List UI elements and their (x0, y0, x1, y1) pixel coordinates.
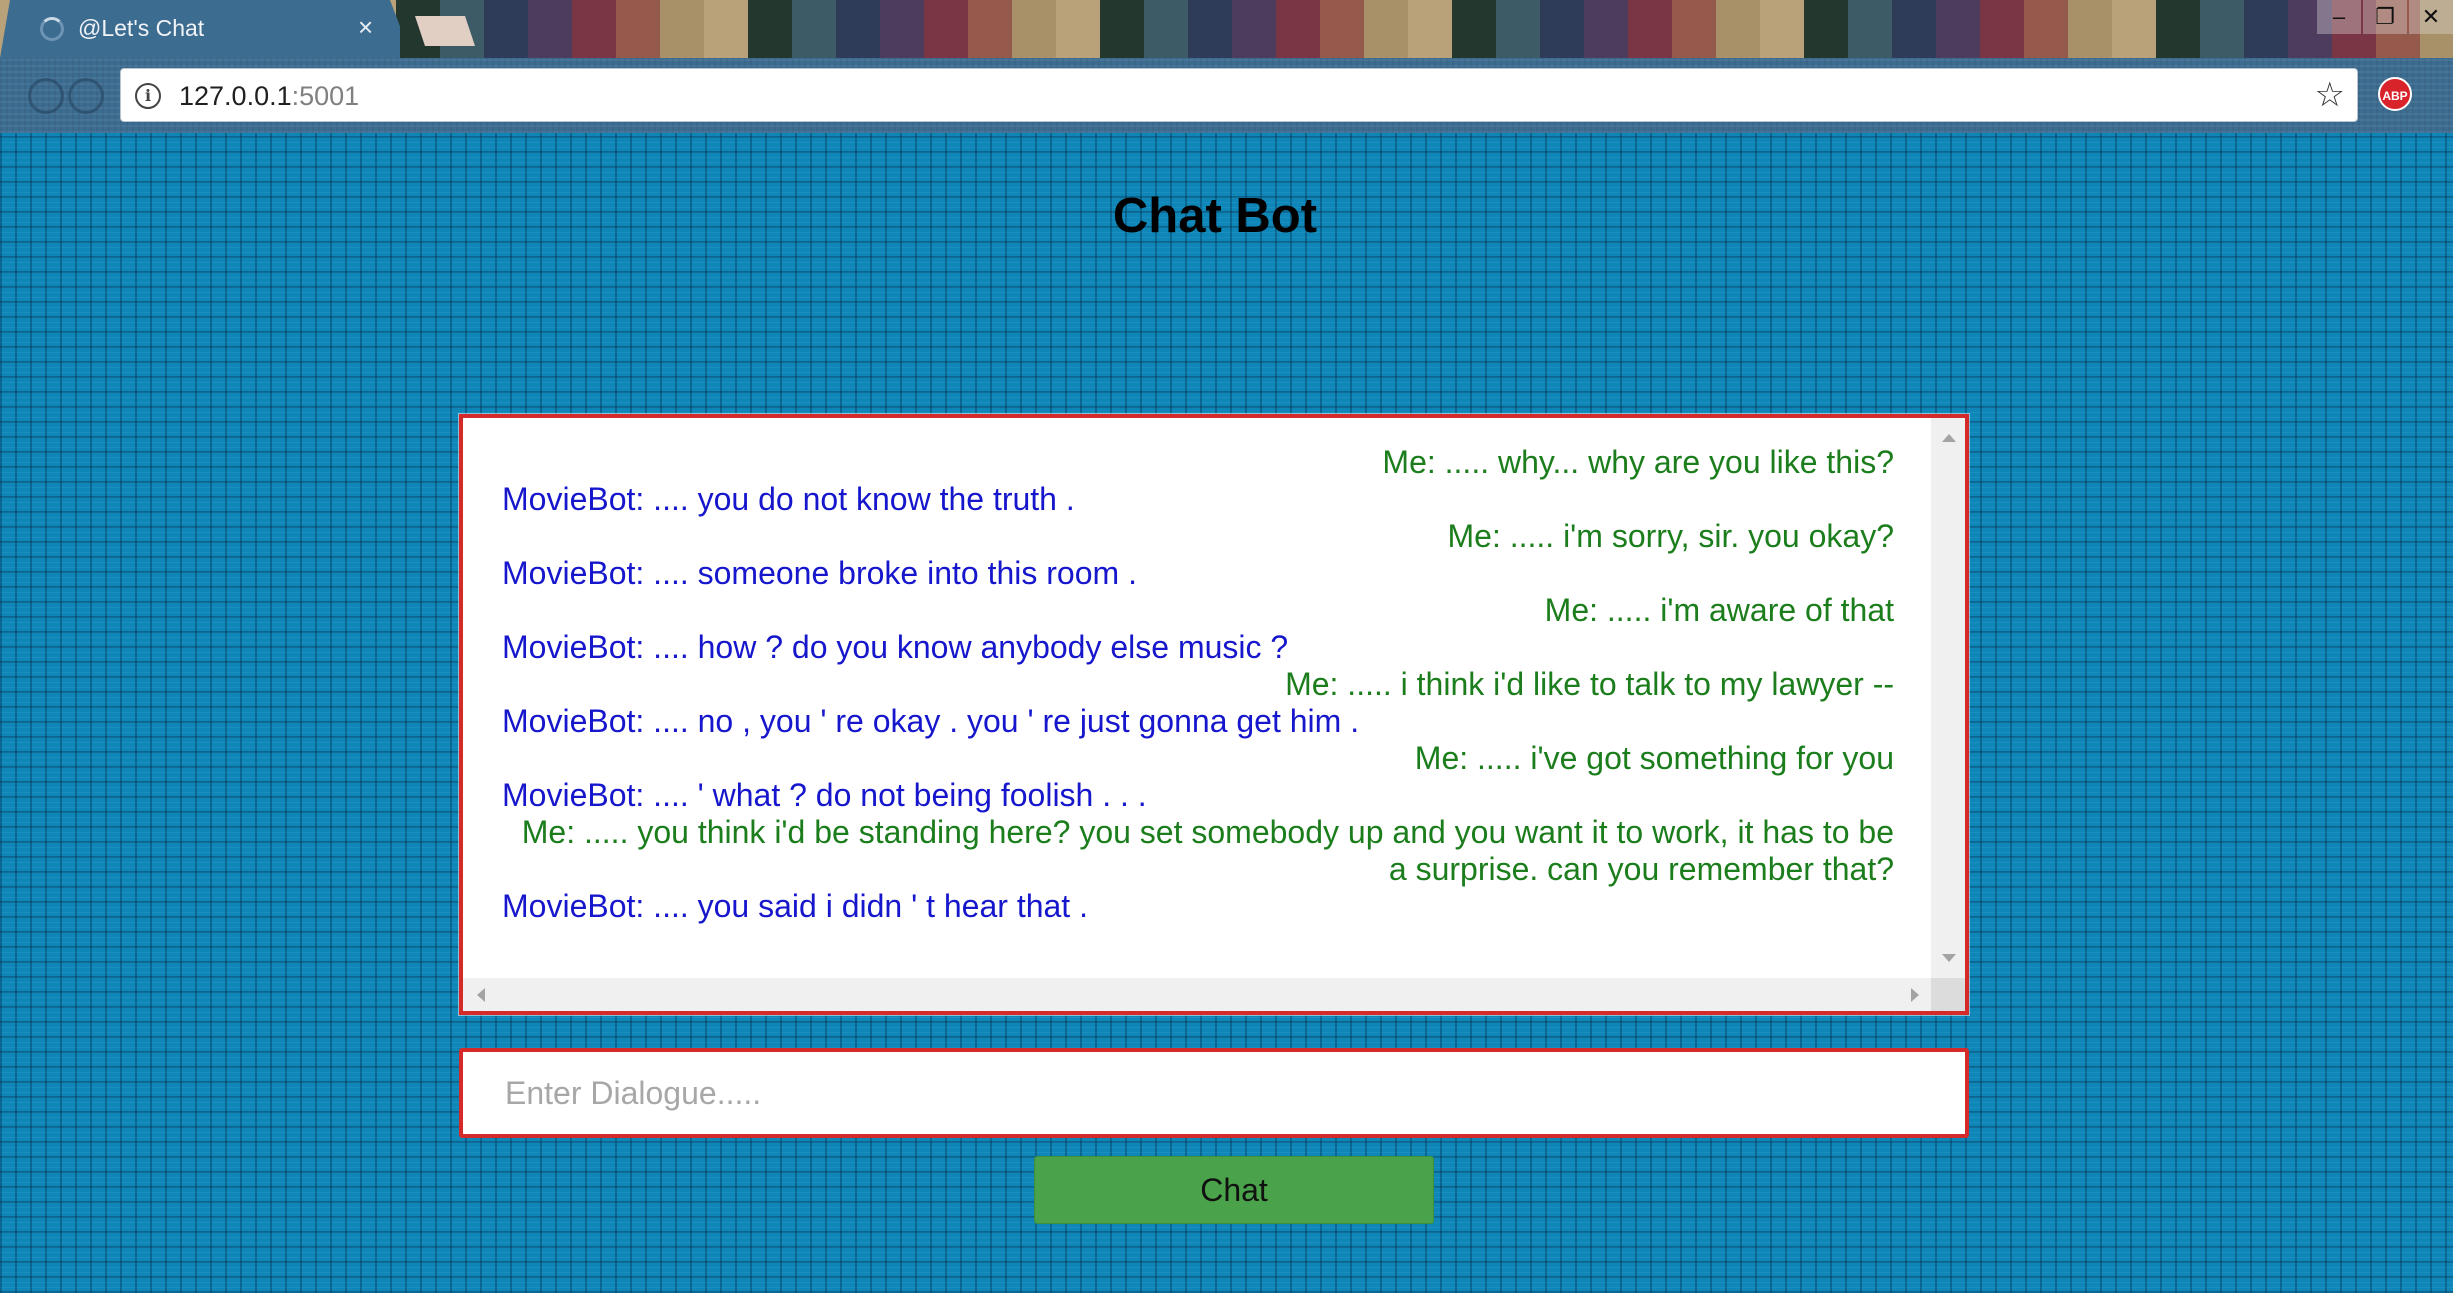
bot-message: MovieBot: .... no , you ' re okay . you … (502, 703, 1360, 739)
scroll-up-icon[interactable] (1942, 434, 1956, 442)
dialogue-input[interactable] (463, 1052, 1965, 1134)
loading-spinner-icon (40, 17, 64, 41)
window-controls: – ❐ ✕ (2315, 0, 2453, 34)
browser-tabstrip: @Let's Chat × – ❐ ✕ (0, 0, 2453, 58)
address-bar[interactable]: i 127.0.0.1:5001 ☆ (120, 68, 2358, 122)
user-message: Me: ..... i've got something for you (1414, 740, 1894, 776)
bot-message: MovieBot: .... someone broke into this r… (502, 555, 1137, 591)
url-port: :5001 (291, 81, 360, 111)
chat-messages: Me: ..... why... why are you like this? M… (463, 418, 1933, 978)
page-title: Chat Bot (1112, 189, 1318, 243)
bot-message: MovieBot: .... you said i didn ' t hear … (502, 888, 1088, 924)
horizontal-scrollbar[interactable] (463, 978, 1933, 1011)
adblock-icon[interactable]: ABP (2378, 77, 2412, 111)
close-icon[interactable]: × (358, 12, 373, 43)
tab-title: @Let's Chat (78, 15, 205, 41)
vertical-scrollbar[interactable] (1931, 418, 1965, 978)
star-icon[interactable]: ☆ (2315, 75, 2345, 115)
chat-log: Me: ..... why... why are you like this? M… (459, 414, 1969, 1015)
dialogue-input-wrapper (459, 1048, 1969, 1138)
bot-message: MovieBot: .... you do not know the truth… (502, 481, 1075, 517)
chat-button[interactable]: Chat (1034, 1156, 1434, 1224)
minimize-icon[interactable]: – (2317, 0, 2361, 34)
info-icon[interactable]: i (135, 83, 161, 109)
bot-message: MovieBot: .... ' what ? do not being foo… (502, 777, 1147, 813)
new-tab-button[interactable] (415, 16, 475, 46)
window-close-icon[interactable]: ✕ (2409, 0, 2453, 34)
browser-toolbar: i 127.0.0.1:5001 ☆ ABP (0, 58, 2453, 133)
user-message: Me: ..... i'm aware of that (1544, 592, 1894, 628)
scroll-right-icon[interactable] (1911, 988, 1919, 1002)
bot-message: MovieBot: .... how ? do you know anybody… (502, 629, 1289, 665)
browser-tab-active[interactable]: @Let's Chat × (0, 0, 400, 58)
user-message: Me: ..... why... why are you like this? (1382, 444, 1894, 480)
user-message: Me: ..... i'm sorry, sir. you okay? (1447, 518, 1894, 554)
url-host: 127.0.0.1 (179, 81, 292, 111)
message-list: Me: ..... why... why are you like this? M… (463, 418, 1933, 925)
user-message: Me: ..... you think i'd be standing here… (521, 814, 1894, 887)
reload-icon[interactable] (68, 78, 104, 114)
url-text: 127.0.0.1:5001 (179, 81, 359, 112)
user-message: Me: ..... i think i'd like to talk to my… (1285, 666, 1894, 702)
scroll-down-icon[interactable] (1942, 954, 1956, 962)
scrollbar-corner (1931, 978, 1965, 1011)
restore-icon[interactable]: ❐ (2363, 0, 2407, 34)
scroll-left-icon[interactable] (477, 988, 485, 1002)
back-icon[interactable] (28, 78, 64, 114)
